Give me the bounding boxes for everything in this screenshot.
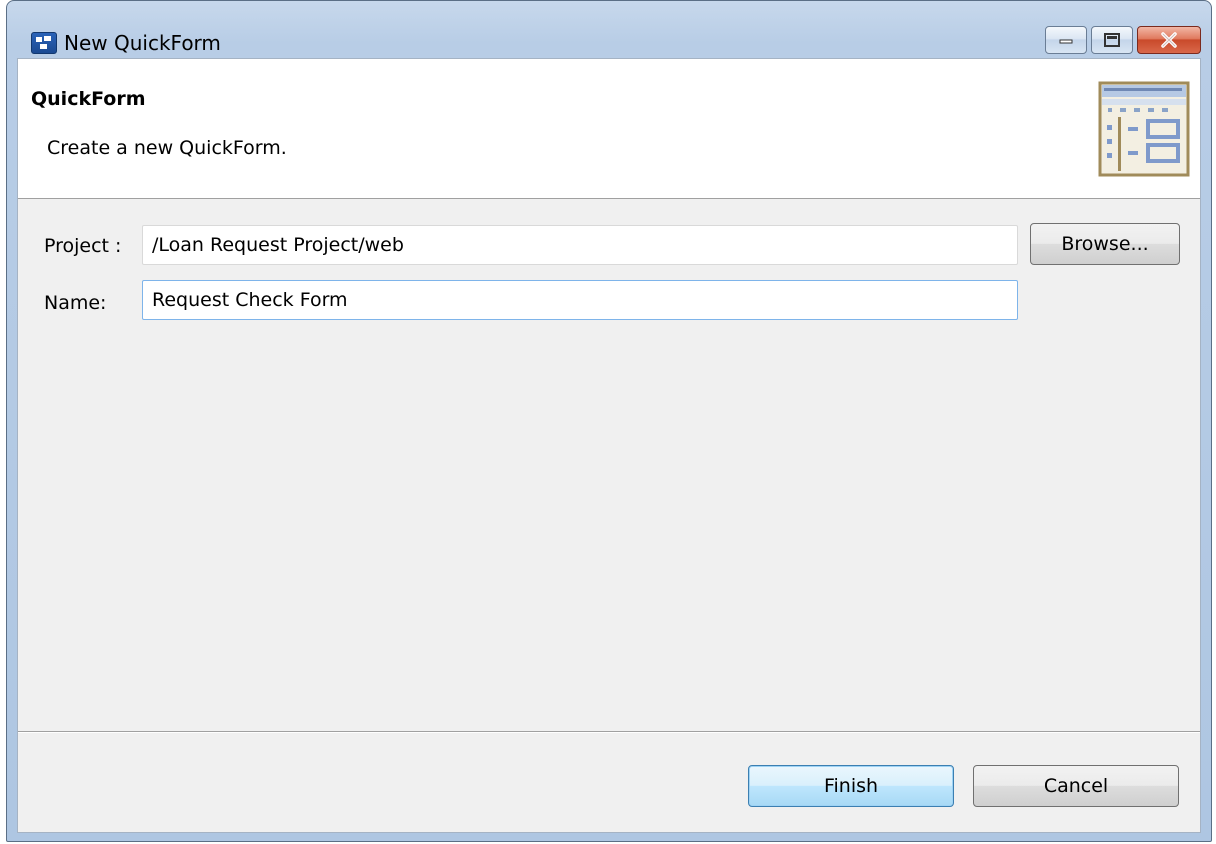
project-label: Project : (44, 235, 122, 257)
title-bar[interactable]: New QuickForm (7, 1, 1211, 57)
form-layout-icon (1098, 81, 1190, 177)
app-icon (31, 32, 57, 54)
dialog-client-area: QuickForm Create a new QuickForm. Projec… (17, 58, 1201, 833)
minimize-icon (1059, 39, 1073, 44)
maximize-icon (1104, 33, 1120, 47)
browse-button[interactable]: Browse... (1030, 223, 1180, 265)
window-title: New QuickForm (64, 31, 221, 55)
project-field[interactable]: /Loan Request Project/web (142, 225, 1018, 265)
finish-button[interactable]: Finish (748, 765, 954, 807)
maximize-button[interactable] (1091, 26, 1133, 54)
close-button[interactable] (1137, 26, 1201, 54)
footer-separator (18, 731, 1200, 733)
dialog-window: New QuickForm QuickForm Create a new Qui… (6, 0, 1212, 842)
wizard-page-description: Create a new QuickForm. (47, 137, 287, 159)
minimize-button[interactable] (1045, 26, 1087, 54)
wizard-header: QuickForm Create a new QuickForm. (18, 59, 1200, 199)
wizard-page-title: QuickForm (31, 88, 146, 110)
close-icon (1161, 32, 1177, 48)
name-field[interactable]: Request Check Form (142, 280, 1018, 320)
cancel-button[interactable]: Cancel (973, 765, 1179, 807)
name-label: Name: (44, 292, 107, 314)
